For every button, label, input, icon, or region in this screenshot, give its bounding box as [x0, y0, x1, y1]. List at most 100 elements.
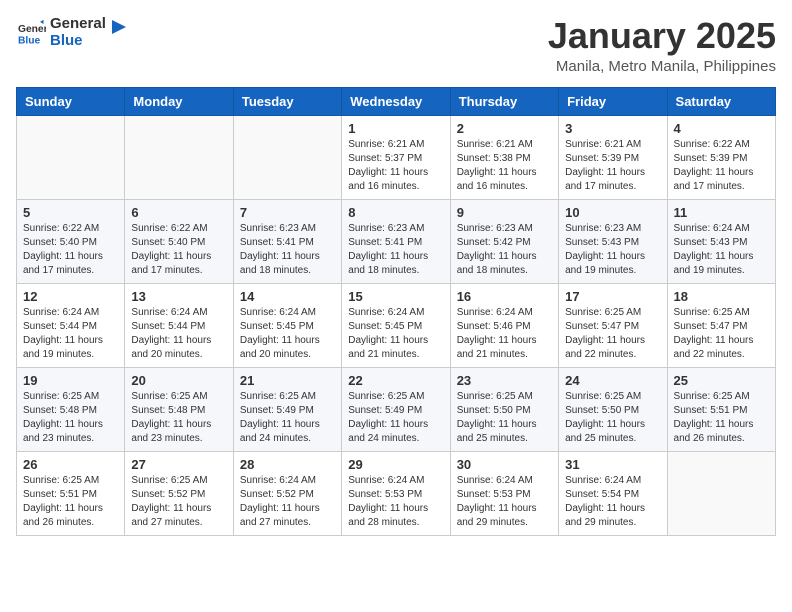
calendar-cell: 15 Sunrise: 6:24 AMSunset: 5:45 PMDayligh… — [342, 283, 450, 367]
calendar-cell: 20Sunrise: 6:25 AMSunset: 5:48 PMDayligh… — [125, 367, 233, 451]
day-number: 15 — [348, 289, 443, 304]
calendar-cell: 4Sunrise: 6:22 AMSunset: 5:39 PMDaylight… — [667, 115, 775, 199]
day-info: Sunrise: 6:23 AMSunset: 5:42 PMDaylight:… — [457, 222, 552, 278]
day-number: 13 — [131, 289, 226, 304]
calendar-cell: 29 Sunrise: 6:24 AMSunset: 5:53 PMDayligh… — [342, 451, 450, 535]
day-number: 10 — [565, 205, 660, 220]
day-number: 2 — [457, 121, 552, 136]
weekday-header-sunday: Sunday — [17, 87, 125, 115]
day-number: 4 — [674, 121, 769, 136]
day-info: Sunrise: 6:24 AMSunset: 5:53 PMDaylight:… — [348, 474, 443, 530]
day-number: 14 — [240, 289, 335, 304]
calendar-cell: 8 Sunrise: 6:23 AMSunset: 5:41 PMDaylight… — [342, 199, 450, 283]
day-info: Sunrise: 6:25 AMSunset: 5:47 PMDaylight:… — [565, 306, 660, 362]
svg-text:Blue: Blue — [18, 35, 41, 46]
day-info: Sunrise: 6:24 AMSunset: 5:44 PMDaylight:… — [131, 306, 226, 362]
day-info: Sunrise: 6:24 AMSunset: 5:44 PMDaylight:… — [23, 306, 118, 362]
day-info: Sunrise: 6:25 AMSunset: 5:47 PMDaylight:… — [674, 306, 769, 362]
day-info: Sunrise: 6:25 AMSunset: 5:49 PMDaylight:… — [348, 390, 443, 446]
calendar-cell — [233, 115, 341, 199]
day-number: 24 — [565, 373, 660, 388]
day-info: Sunrise: 6:25 AMSunset: 5:48 PMDaylight:… — [23, 390, 118, 446]
day-number: 22 — [348, 373, 443, 388]
day-number: 28 — [240, 457, 335, 472]
day-info: Sunrise: 6:24 AMSunset: 5:45 PMDaylight:… — [240, 306, 335, 362]
day-info: Sunrise: 6:25 AMSunset: 5:50 PMDaylight:… — [565, 390, 660, 446]
day-info: Sunrise: 6:23 AMSunset: 5:43 PMDaylight:… — [565, 222, 660, 278]
calendar-cell: 9 Sunrise: 6:23 AMSunset: 5:42 PMDaylight… — [450, 199, 558, 283]
calendar-cell: 27 Sunrise: 6:25 AMSunset: 5:52 PMDayligh… — [125, 451, 233, 535]
day-number: 5 — [23, 205, 118, 220]
day-info: Sunrise: 6:25 AMSunset: 5:50 PMDaylight:… — [457, 390, 552, 446]
day-info: Sunrise: 6:25 AMSunset: 5:51 PMDaylight:… — [674, 390, 769, 446]
weekday-header-row: SundayMondayTuesdayWednesdayThursdayFrid… — [17, 87, 776, 115]
day-info: Sunrise: 6:23 AMSunset: 5:41 PMDaylight:… — [240, 222, 335, 278]
day-info: Sunrise: 6:25 AMSunset: 5:52 PMDaylight:… — [131, 474, 226, 530]
logo: General Blue General Blue — [16, 16, 130, 49]
day-info: Sunrise: 6:24 AMSunset: 5:54 PMDaylight:… — [565, 474, 660, 530]
weekday-header-monday: Monday — [125, 87, 233, 115]
page-header: General Blue General Blue January 2025 M… — [16, 16, 776, 75]
calendar-cell: 25 Sunrise: 6:25 AMSunset: 5:51 PMDayligh… — [667, 367, 775, 451]
day-number: 27 — [131, 457, 226, 472]
calendar-cell: 24 Sunrise: 6:25 AMSunset: 5:50 PMDayligh… — [559, 367, 667, 451]
day-number: 31 — [565, 457, 660, 472]
day-info: Sunrise: 6:25 AMSunset: 5:51 PMDaylight:… — [23, 474, 118, 530]
day-number: 19 — [23, 373, 118, 388]
day-info: Sunrise: 6:22 AMSunset: 5:40 PMDaylight:… — [23, 222, 118, 278]
calendar-cell — [17, 115, 125, 199]
calendar-cell: 31 Sunrise: 6:24 AMSunset: 5:54 PMDayligh… — [559, 451, 667, 535]
calendar-cell: 14 Sunrise: 6:24 AMSunset: 5:45 PMDayligh… — [233, 283, 341, 367]
day-number: 7 — [240, 205, 335, 220]
location-subtitle: Manila, Metro Manila, Philippines — [548, 58, 776, 75]
calendar-cell — [667, 451, 775, 535]
calendar-cell: 23 Sunrise: 6:25 AMSunset: 5:50 PMDayligh… — [450, 367, 558, 451]
weekday-header-wednesday: Wednesday — [342, 87, 450, 115]
calendar-cell: 19 Sunrise: 6:25 AMSunset: 5:48 PMDayligh… — [17, 367, 125, 451]
calendar-cell: 28 Sunrise: 6:24 AMSunset: 5:52 PMDayligh… — [233, 451, 341, 535]
logo-general-text: General — [50, 16, 106, 33]
logo-blue-text: Blue — [50, 33, 106, 50]
day-number: 25 — [674, 373, 769, 388]
day-info: Sunrise: 6:25 AMSunset: 5:49 PMDaylight:… — [240, 390, 335, 446]
day-info: Sunrise: 6:24 AMSunset: 5:43 PMDaylight:… — [674, 222, 769, 278]
calendar-cell: 1Sunrise: 6:21 AMSunset: 5:37 PMDaylight… — [342, 115, 450, 199]
weekday-header-thursday: Thursday — [450, 87, 558, 115]
calendar-cell: 3 Sunrise: 6:21 AMSunset: 5:39 PMDaylight… — [559, 115, 667, 199]
day-number: 3 — [565, 121, 660, 136]
calendar-cell: 7 Sunrise: 6:23 AMSunset: 5:41 PMDaylight… — [233, 199, 341, 283]
calendar-week-row: 26 Sunrise: 6:25 AMSunset: 5:51 PMDayligh… — [17, 451, 776, 535]
day-number: 9 — [457, 205, 552, 220]
day-number: 18 — [674, 289, 769, 304]
day-info: Sunrise: 6:24 AMSunset: 5:45 PMDaylight:… — [348, 306, 443, 362]
day-info: Sunrise: 6:25 AMSunset: 5:48 PMDaylight:… — [131, 390, 226, 446]
calendar-week-row: 1Sunrise: 6:21 AMSunset: 5:37 PMDaylight… — [17, 115, 776, 199]
day-info: Sunrise: 6:23 AMSunset: 5:41 PMDaylight:… — [348, 222, 443, 278]
calendar-cell: 13 Sunrise: 6:24 AMSunset: 5:44 PMDayligh… — [125, 283, 233, 367]
day-number: 26 — [23, 457, 118, 472]
day-info: Sunrise: 6:22 AMSunset: 5:40 PMDaylight:… — [131, 222, 226, 278]
weekday-header-saturday: Saturday — [667, 87, 775, 115]
day-number: 8 — [348, 205, 443, 220]
day-number: 12 — [23, 289, 118, 304]
day-number: 1 — [348, 121, 443, 136]
calendar-cell: 17Sunrise: 6:25 AMSunset: 5:47 PMDayligh… — [559, 283, 667, 367]
day-info: Sunrise: 6:21 AMSunset: 5:39 PMDaylight:… — [565, 138, 660, 194]
calendar-cell: 11 Sunrise: 6:24 AMSunset: 5:43 PMDayligh… — [667, 199, 775, 283]
day-number: 23 — [457, 373, 552, 388]
day-number: 11 — [674, 205, 769, 220]
calendar-cell: 18 Sunrise: 6:25 AMSunset: 5:47 PMDayligh… — [667, 283, 775, 367]
calendar-cell: 30Sunrise: 6:24 AMSunset: 5:53 PMDayligh… — [450, 451, 558, 535]
calendar-cell: 26 Sunrise: 6:25 AMSunset: 5:51 PMDayligh… — [17, 451, 125, 535]
calendar-cell: 2 Sunrise: 6:21 AMSunset: 5:38 PMDaylight… — [450, 115, 558, 199]
flag-icon — [108, 18, 130, 40]
calendar-cell — [125, 115, 233, 199]
calendar-cell: 21Sunrise: 6:25 AMSunset: 5:49 PMDayligh… — [233, 367, 341, 451]
day-info: Sunrise: 6:24 AMSunset: 5:52 PMDaylight:… — [240, 474, 335, 530]
calendar-week-row: 12 Sunrise: 6:24 AMSunset: 5:44 PMDayligh… — [17, 283, 776, 367]
month-title: January 2025 — [548, 16, 776, 56]
calendar-cell: 6Sunrise: 6:22 AMSunset: 5:40 PMDaylight… — [125, 199, 233, 283]
day-number: 29 — [348, 457, 443, 472]
svg-text:General: General — [18, 24, 46, 35]
day-info: Sunrise: 6:21 AMSunset: 5:38 PMDaylight:… — [457, 138, 552, 194]
